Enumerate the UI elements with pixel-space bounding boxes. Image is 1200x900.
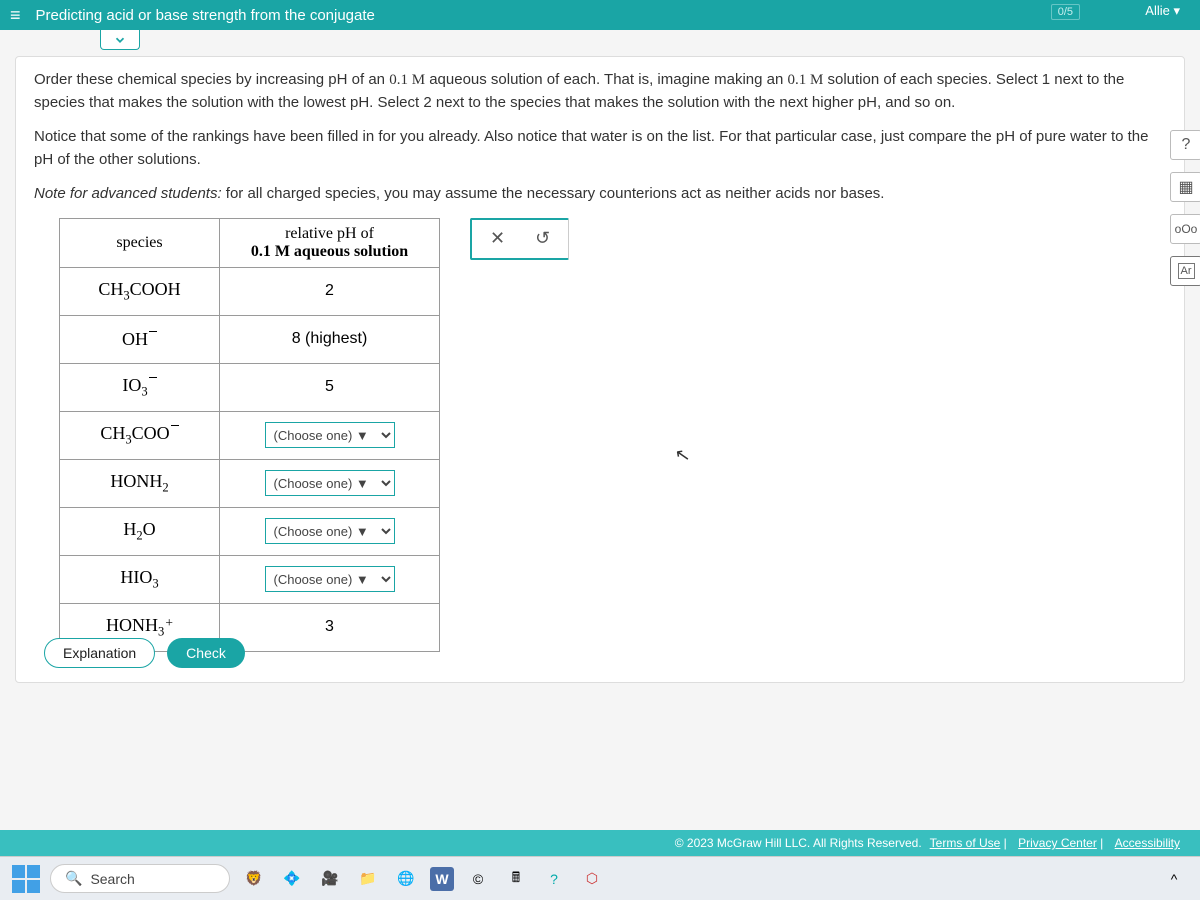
col-header-species: species bbox=[60, 218, 220, 267]
rank-select[interactable]: (Choose one) ▼ bbox=[265, 566, 395, 592]
species-cell: HIO3 bbox=[60, 555, 220, 603]
taskbar-app-4[interactable]: 📁 bbox=[354, 865, 382, 893]
ph-cell: 3 bbox=[220, 603, 440, 651]
taskbar-tray-up[interactable]: ^ bbox=[1160, 865, 1188, 893]
col-header-ph: relative pH of 0.1 M aqueous solution bbox=[220, 218, 440, 267]
taskbar-app-9[interactable]: ? bbox=[540, 865, 568, 893]
search-icon: 🔍 bbox=[65, 870, 82, 887]
menu-icon[interactable]: ≡ bbox=[10, 5, 21, 26]
ph-cell: 8 (highest) bbox=[220, 315, 440, 363]
rank-select[interactable]: (Choose one) ▼ bbox=[265, 470, 395, 496]
taskbar-app-10[interactable]: ⬡ bbox=[578, 865, 606, 893]
table-row: OH8 (highest) bbox=[60, 315, 440, 363]
ph-cell: 5 bbox=[220, 363, 440, 411]
answer-action-panel: ✕ ↺ bbox=[470, 218, 569, 260]
explanation-button[interactable]: Explanation bbox=[44, 638, 155, 668]
check-button[interactable]: Check bbox=[167, 638, 245, 668]
table-row: IO35 bbox=[60, 363, 440, 411]
bars-icon[interactable]: oOo bbox=[1170, 214, 1200, 244]
species-cell: OH bbox=[60, 315, 220, 363]
species-table: species relative pH of 0.1 M aqueous sol… bbox=[59, 218, 440, 652]
rank-select[interactable]: (Choose one) ▼ bbox=[265, 518, 395, 544]
ph-cell: (Choose one) ▼ bbox=[220, 555, 440, 603]
chevron-down-icon bbox=[113, 33, 127, 47]
expand-toggle[interactable] bbox=[100, 30, 140, 50]
progress-meter: 0/5 bbox=[1051, 4, 1080, 20]
terms-link[interactable]: Terms of Use bbox=[930, 836, 1001, 850]
taskbar-app-7[interactable]: © bbox=[464, 865, 492, 893]
windows-taskbar: 🔍 Search 🦁 💠 🎥 📁 🌐 W © 🖩 ? ⬡ ^ bbox=[0, 856, 1200, 900]
instruction-p3: Note for advanced students: for all char… bbox=[34, 183, 1166, 206]
periodic-table-icon[interactable]: Ar bbox=[1170, 256, 1200, 286]
start-button[interactable] bbox=[12, 865, 40, 893]
taskbar-search[interactable]: 🔍 Search bbox=[50, 864, 230, 893]
taskbar-app-2[interactable]: 💠 bbox=[278, 865, 306, 893]
species-cell: IO3 bbox=[60, 363, 220, 411]
species-cell: CH3COOH bbox=[60, 267, 220, 315]
ph-cell: (Choose one) ▼ bbox=[220, 459, 440, 507]
clear-button[interactable]: ✕ bbox=[490, 228, 505, 249]
privacy-link[interactable]: Privacy Center bbox=[1018, 836, 1097, 850]
taskbar-app-1[interactable]: 🦁 bbox=[240, 865, 268, 893]
table-row: CH3COO (Choose one) ▼ bbox=[60, 411, 440, 459]
taskbar-app-3[interactable]: 🎥 bbox=[316, 865, 344, 893]
ph-cell: 2 bbox=[220, 267, 440, 315]
accessibility-link[interactable]: Accessibility bbox=[1115, 836, 1180, 850]
ph-cell: (Choose one) ▼ bbox=[220, 507, 440, 555]
reset-button[interactable]: ↺ bbox=[535, 228, 550, 249]
species-cell: HONH2 bbox=[60, 459, 220, 507]
taskbar-app-8[interactable]: 🖩 bbox=[502, 865, 530, 893]
instruction-p2: Notice that some of the rankings have be… bbox=[34, 126, 1166, 171]
species-cell: CH3COO bbox=[60, 411, 220, 459]
table-row: HIO3 (Choose one) ▼ bbox=[60, 555, 440, 603]
table-row: CH3COOH2 bbox=[60, 267, 440, 315]
table-row: H2O (Choose one) ▼ bbox=[60, 507, 440, 555]
taskbar-app-6[interactable]: W bbox=[430, 867, 454, 891]
instruction-p1: Order these chemical species by increasi… bbox=[34, 69, 1166, 114]
species-cell: H2O bbox=[60, 507, 220, 555]
tool-sidebar: ? ▦ oOo Ar bbox=[1170, 130, 1200, 286]
calculator-icon[interactable]: ▦ bbox=[1170, 172, 1200, 202]
rank-select[interactable]: (Choose one) ▼ bbox=[265, 422, 395, 448]
help-icon[interactable]: ? bbox=[1170, 130, 1200, 160]
user-menu[interactable]: Allie ▾ bbox=[1145, 3, 1180, 19]
taskbar-app-5[interactable]: 🌐 bbox=[392, 865, 420, 893]
ph-cell: (Choose one) ▼ bbox=[220, 411, 440, 459]
copyright-bar: © 2023 McGraw Hill LLC. All Rights Reser… bbox=[0, 830, 1200, 856]
table-row: HONH2 (Choose one) ▼ bbox=[60, 459, 440, 507]
page-title: Predicting acid or base strength from th… bbox=[36, 7, 375, 24]
